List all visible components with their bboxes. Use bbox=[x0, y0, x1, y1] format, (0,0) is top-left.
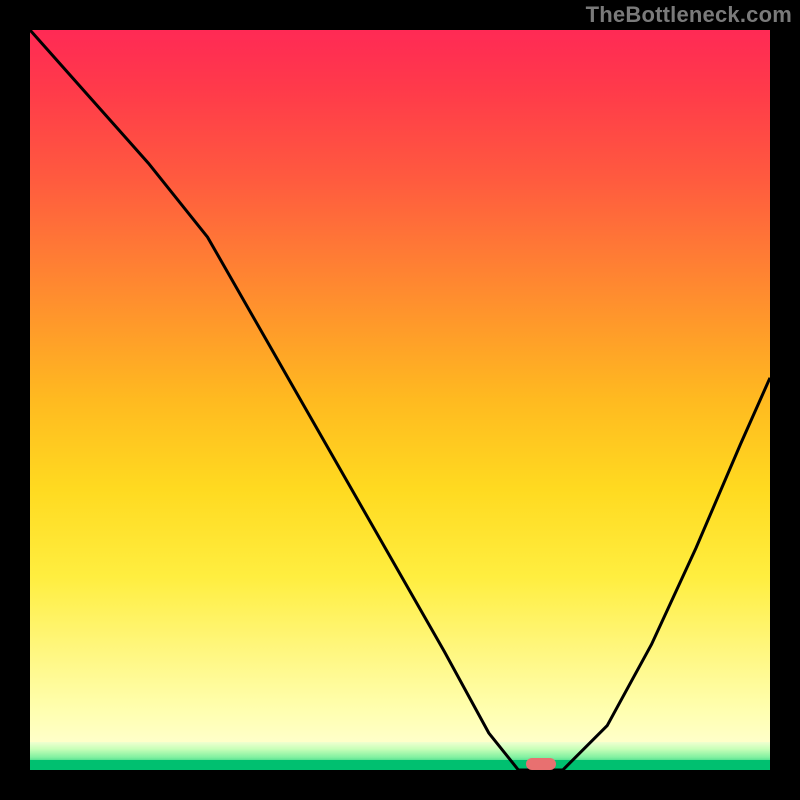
optimal-marker bbox=[526, 758, 556, 770]
watermark-text: TheBottleneck.com bbox=[586, 2, 792, 28]
bottleneck-curve-path bbox=[30, 30, 770, 770]
curve-svg bbox=[30, 30, 770, 770]
chart-frame: TheBottleneck.com bbox=[0, 0, 800, 800]
plot-area bbox=[30, 30, 770, 770]
